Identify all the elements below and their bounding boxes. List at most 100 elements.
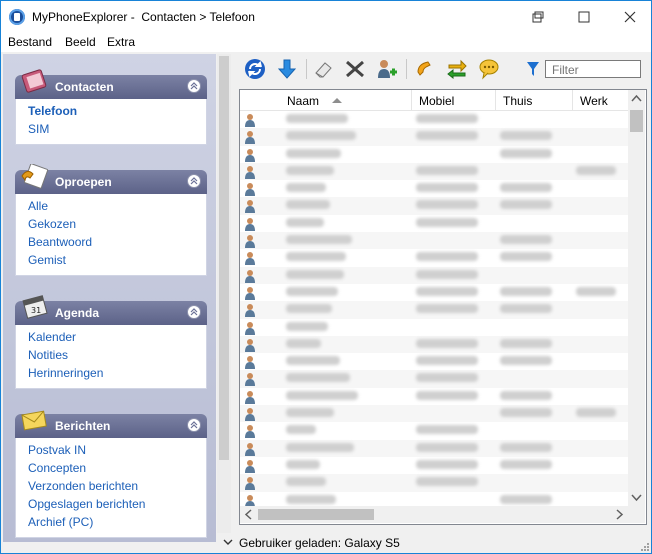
sidebar-item-alle[interactable]: Alle (16, 197, 206, 215)
chevron-down-icon[interactable] (223, 537, 233, 547)
collapse-icon[interactable] (187, 418, 201, 432)
column-divider[interactable] (411, 90, 412, 110)
sidebar-scrollbar[interactable] (217, 54, 231, 542)
sidebar-item-sim[interactable]: SIM (16, 120, 206, 138)
column-header-naam[interactable]: Naam (287, 94, 319, 108)
name-cell (286, 148, 341, 158)
calendar-icon: 31 (22, 295, 48, 319)
app-logo-icon (9, 9, 25, 25)
download-button[interactable] (275, 58, 299, 80)
sidebar-item-gemist[interactable]: Gemist (16, 251, 206, 269)
close-icon (624, 11, 636, 22)
table-row[interactable] (240, 301, 628, 319)
filter-input[interactable] (550, 62, 644, 78)
table-row[interactable] (240, 215, 628, 232)
envelope-icon (21, 410, 47, 431)
contact-person-icon (245, 304, 255, 318)
name-cell (286, 425, 316, 435)
filter-button[interactable] (521, 58, 545, 80)
table-row[interactable] (240, 180, 628, 197)
grid-hscroll-thumb[interactable] (258, 509, 374, 520)
add-contact-button[interactable] (375, 58, 399, 80)
sidebar-item-opgeslagen[interactable]: Opgeslagen berichten (16, 495, 206, 513)
sidebar-scroll-thumb[interactable] (219, 56, 229, 460)
edit-button[interactable] (312, 58, 336, 80)
column-header-mobiel[interactable]: Mobiel (419, 94, 454, 108)
mobile-cell (416, 459, 478, 469)
message-button[interactable] (477, 58, 501, 80)
group-header-berichten[interactable]: Berichten (15, 410, 207, 438)
sidebar-item-archief[interactable]: Archief (PC) (16, 513, 206, 531)
column-divider[interactable] (572, 90, 573, 110)
sidebar-item-herinneringen[interactable]: Herinneringen (16, 364, 206, 382)
mobile-cell (416, 131, 478, 141)
menu-extra[interactable]: Extra (107, 35, 135, 49)
refresh-button[interactable] (243, 58, 267, 80)
table-row[interactable] (240, 146, 628, 163)
collapse-icon[interactable] (187, 174, 201, 188)
resize-grip-icon[interactable] (639, 541, 649, 551)
table-row[interactable] (240, 162, 628, 181)
home-cell (500, 356, 552, 366)
collapse-icon[interactable] (187, 79, 201, 93)
maximize-button[interactable] (561, 1, 607, 32)
restore-button[interactable] (515, 1, 561, 32)
filter-field[interactable] (545, 60, 644, 78)
mobile-cell (416, 304, 478, 314)
sync-button[interactable] (445, 58, 469, 80)
close-button[interactable] (607, 1, 651, 32)
table-row[interactable] (240, 353, 628, 370)
call-icon (417, 61, 431, 76)
sidebar-item-verzonden[interactable]: Verzonden berichten (16, 477, 206, 495)
group-header-oproepen[interactable]: Oproepen (15, 164, 207, 194)
table-row[interactable] (240, 474, 628, 492)
table-row[interactable] (240, 249, 628, 266)
sidebar-item-notities[interactable]: Notities (16, 346, 206, 364)
name-cell (286, 494, 336, 504)
mobile-cell (416, 200, 478, 210)
table-row[interactable] (240, 388, 628, 405)
grid-vertical-scrollbar[interactable] (628, 90, 645, 506)
grid-horizontal-scrollbar[interactable] (240, 506, 628, 523)
contact-person-icon (245, 165, 255, 179)
group-header-agenda[interactable]: 31 Agenda (15, 295, 207, 325)
table-row[interactable] (240, 335, 628, 354)
table-row[interactable] (240, 266, 628, 284)
table-row[interactable] (240, 284, 628, 301)
table-row[interactable] (240, 197, 628, 215)
menu-bestand[interactable]: Bestand (8, 35, 52, 49)
table-row[interactable] (240, 111, 628, 128)
column-header-werk[interactable]: Werk (580, 94, 608, 108)
sidebar-item-kalender[interactable]: Kalender (16, 328, 206, 346)
sidebar-item-gekozen[interactable]: Gekozen (16, 215, 206, 233)
call-button[interactable] (413, 58, 437, 80)
table-row[interactable] (240, 370, 628, 388)
delete-button[interactable] (343, 58, 367, 80)
contact-person-icon (245, 425, 255, 439)
sidebar-item-telefoon[interactable]: Telefoon (16, 102, 206, 120)
table-row[interactable] (240, 128, 628, 146)
column-divider[interactable] (495, 90, 496, 110)
window-title: MyPhoneExplorer - Contacten > Telefoon (32, 10, 255, 24)
add-contact-icon (378, 60, 397, 78)
table-row[interactable] (240, 457, 628, 474)
table-row[interactable] (240, 319, 628, 336)
home-cell (500, 131, 552, 141)
mobile-cell (416, 356, 478, 366)
collapse-icon[interactable] (187, 305, 201, 319)
group-header-contacten[interactable]: Contacten (15, 69, 207, 99)
table-row[interactable] (240, 405, 628, 423)
menu-beeld[interactable]: Beeld (65, 35, 96, 49)
sidebar-item-concepten[interactable]: Concepten (16, 459, 206, 477)
table-row[interactable] (240, 439, 628, 457)
mobile-cell (416, 477, 478, 487)
name-cell (286, 165, 334, 175)
sidebar-item-postvak-in[interactable]: Postvak IN (16, 441, 206, 459)
sync-icon (447, 59, 467, 80)
table-row[interactable] (240, 422, 628, 439)
sidebar-item-beantwoord[interactable]: Beantwoord (16, 233, 206, 251)
grid-scroll-thumb[interactable] (630, 110, 643, 132)
contact-person-icon (245, 235, 255, 249)
table-row[interactable] (240, 232, 628, 250)
column-header-thuis[interactable]: Thuis (503, 94, 532, 108)
